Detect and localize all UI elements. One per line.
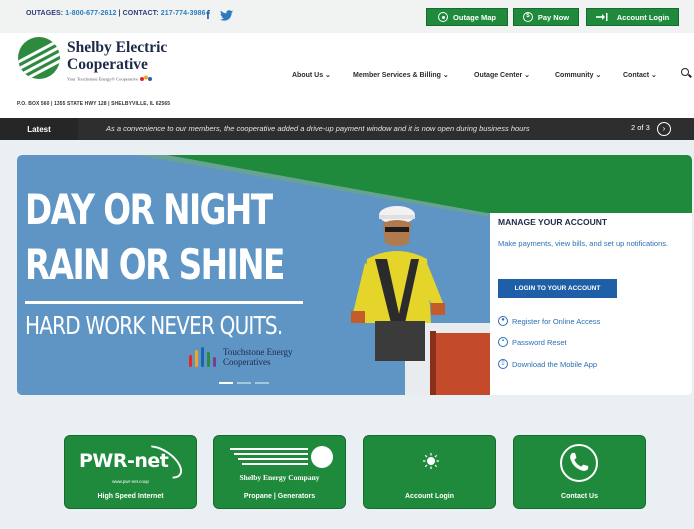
map-pin-icon	[438, 12, 449, 22]
contact-label: CONTACT:	[122, 10, 159, 17]
touchstone-energy-logo: Touchstone Energy Cooperatives	[185, 347, 292, 367]
account-login-tile[interactable]: Account Login	[363, 435, 496, 509]
manage-account-description: Make payments, view bills, and set up no…	[498, 239, 669, 248]
power-sun-icon	[423, 453, 439, 469]
slide-indicators	[219, 382, 269, 384]
contact-us-tile[interactable]: Contact Us	[513, 435, 646, 509]
facebook-icon[interactable]: f	[206, 8, 210, 22]
outages-label: OUTAGES:	[26, 10, 64, 17]
phone-icon	[560, 444, 598, 482]
utility-bar: OUTAGES: 1-800-677-2612 | CONTACT: 217-7…	[0, 0, 694, 33]
twitter-icon[interactable]	[220, 10, 233, 21]
pwr-net-url: www.pwr-net.coop	[112, 479, 149, 484]
login-to-account-button[interactable]: LOGIN TO YOUR ACCOUNT	[498, 279, 617, 298]
tile-caption: High Speed Internet	[97, 493, 164, 500]
shelby-energy-tile[interactable]: Shelby Energy Company Propane | Generato…	[213, 435, 346, 509]
tile-caption: Account Login	[405, 493, 454, 500]
download-app-link[interactable]: ▯ Download the Mobile App	[498, 359, 597, 369]
register-link[interactable]: ● Register for Online Access	[498, 316, 600, 326]
touchstone-figures-icon	[185, 347, 219, 367]
outages-phone-link[interactable]: 1-800-677-2612	[65, 10, 116, 17]
hero-divider	[25, 301, 303, 304]
shelby-energy-swoosh-icon	[230, 446, 333, 468]
login-icon	[595, 13, 608, 21]
search-icon[interactable]	[681, 68, 689, 76]
address: P.O. BOX 560 | 1355 STATE HWY 128 | SHEL…	[17, 101, 171, 107]
lineman-photo	[351, 206, 495, 395]
manage-account-panel: MANAGE YOUR ACCOUNT Make payments, view …	[490, 213, 692, 395]
pay-now-button[interactable]: $ Pay Now	[513, 8, 579, 26]
hero-headline-2: RAIN OR SHINE	[25, 240, 285, 289]
nav-outage-center[interactable]: Outage Center ⌄	[474, 71, 530, 79]
nav-contact[interactable]: Contact ⌄	[623, 71, 657, 79]
manage-account-title: MANAGE YOUR ACCOUNT	[498, 217, 608, 227]
mobile-icon: ▯	[498, 359, 508, 369]
latest-label: Latest	[0, 118, 78, 140]
nav-member-services[interactable]: Member Services & Billing ⌄	[353, 71, 449, 79]
slide-dot[interactable]	[219, 382, 233, 384]
nav-about-us[interactable]: About Us ⌄	[292, 71, 331, 79]
hero-headline-1: DAY OR NIGHT	[25, 185, 273, 234]
contact-phone-link[interactable]: 217-774-3986	[161, 10, 206, 17]
site-header: Shelby Electric Cooperative Your Touchst…	[0, 33, 694, 118]
password-reset-link[interactable]: ▪ Password Reset	[498, 337, 567, 347]
dollar-icon: $	[522, 12, 533, 22]
user-icon: ●	[498, 316, 508, 326]
latest-news-bar: Latest As a convenience to our members, …	[0, 118, 694, 140]
contact-info: OUTAGES: 1-800-677-2612 | CONTACT: 217-7…	[26, 10, 206, 17]
slide-counter: 2 of 3	[631, 123, 650, 132]
latest-message[interactable]: As a convenience to our members, the coo…	[106, 124, 530, 133]
slide-dot[interactable]	[255, 382, 269, 384]
outage-map-button[interactable]: Outage Map	[426, 8, 508, 26]
tile-caption: Contact Us	[561, 493, 598, 500]
nav-community[interactable]: Community ⌄	[555, 71, 601, 79]
shelby-energy-name: Shelby Energy Company	[239, 473, 320, 482]
logo-tagline: Your Touchstone Energy® Cooperative	[67, 75, 153, 84]
touchstone-mark-icon	[140, 75, 153, 81]
site-logo-text[interactable]: Shelby Electric Cooperative	[67, 39, 167, 73]
tile-caption: Propane | Generators	[243, 493, 316, 500]
hero-banner: DAY OR NIGHT RAIN OR SHINE HARD WORK NEV…	[17, 155, 692, 395]
shelby-logo-icon[interactable]	[18, 37, 60, 79]
slide-dot[interactable]	[237, 382, 251, 384]
account-login-button[interactable]: Account Login	[586, 8, 679, 26]
next-arrow-icon[interactable]: ›	[657, 122, 671, 136]
hero-tagline: HARD WORK NEVER QUITS.	[25, 311, 283, 340]
lock-icon: ▪	[498, 337, 508, 347]
pwr-net-tile[interactable]: PWR-net www.pwr-net.coop High Speed Inte…	[64, 435, 197, 509]
